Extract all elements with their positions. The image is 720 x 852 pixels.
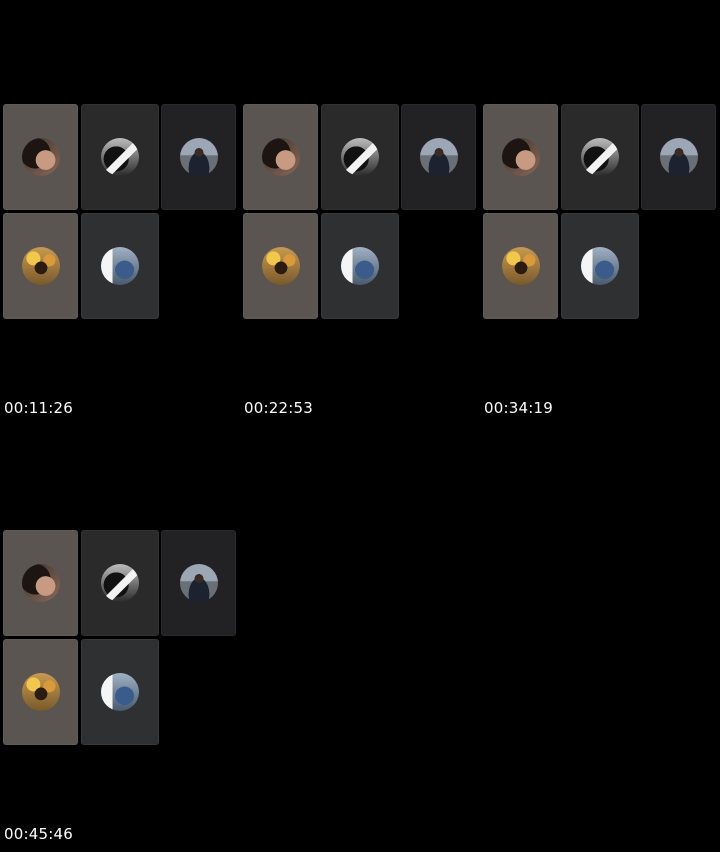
participant-tile[interactable]: [81, 213, 159, 319]
participant-tile[interactable]: [243, 104, 318, 210]
video-frame-4: [0, 526, 240, 846]
black-white-abstract-avatar: [101, 138, 139, 176]
doorway-person-avatar: [101, 673, 139, 711]
letter-v-avatar: [261, 247, 300, 285]
doorway-person-avatar: [341, 247, 379, 285]
participant-tile[interactable]: [81, 530, 159, 636]
video-frame-1: [0, 100, 240, 420]
person-face-avatar: [501, 138, 540, 176]
person-in-car-avatar: [659, 138, 698, 176]
frame-timestamp: 00:45:46: [4, 825, 73, 843]
person-in-car-avatar: [419, 138, 458, 176]
participant-tile[interactable]: [641, 104, 716, 210]
black-white-abstract-avatar: [341, 138, 379, 176]
black-white-abstract-avatar: [581, 138, 619, 176]
participant-tile[interactable]: [3, 213, 78, 319]
participant-tile[interactable]: [561, 213, 639, 319]
participant-tile[interactable]: [81, 104, 159, 210]
participant-tile[interactable]: [3, 639, 78, 745]
doorway-person-avatar: [101, 247, 139, 285]
frame-timestamp: 00:11:26: [4, 399, 73, 417]
video-contact-sheet: 00:11:26 00:22:53 00:34:19 00:45:46: [0, 0, 720, 852]
video-frame-2: [240, 100, 480, 420]
participant-tile[interactable]: [161, 530, 236, 636]
participant-tile[interactable]: [483, 104, 558, 210]
frame-timestamp: 00:22:53: [244, 399, 313, 417]
participant-tile[interactable]: [321, 104, 399, 210]
participant-tile[interactable]: [321, 213, 399, 319]
participant-tile[interactable]: [401, 104, 476, 210]
frame-timestamp: 00:34:19: [484, 399, 553, 417]
person-face-avatar: [21, 138, 60, 176]
letter-v-avatar: [501, 247, 540, 285]
video-frame-3: [480, 100, 720, 420]
participant-tile[interactable]: [81, 639, 159, 745]
participant-tile[interactable]: [561, 104, 639, 210]
letter-v-avatar: [21, 247, 60, 285]
black-white-abstract-avatar: [101, 564, 139, 602]
person-in-car-avatar: [179, 138, 218, 176]
person-in-car-avatar: [179, 564, 218, 602]
person-face-avatar: [21, 564, 60, 602]
participant-tile[interactable]: [161, 104, 236, 210]
participant-tile[interactable]: [243, 213, 318, 319]
letter-v-avatar: [21, 673, 60, 711]
participant-tile[interactable]: [3, 530, 78, 636]
participant-tile[interactable]: [3, 104, 78, 210]
person-face-avatar: [261, 138, 300, 176]
participant-tile[interactable]: [483, 213, 558, 319]
doorway-person-avatar: [581, 247, 619, 285]
